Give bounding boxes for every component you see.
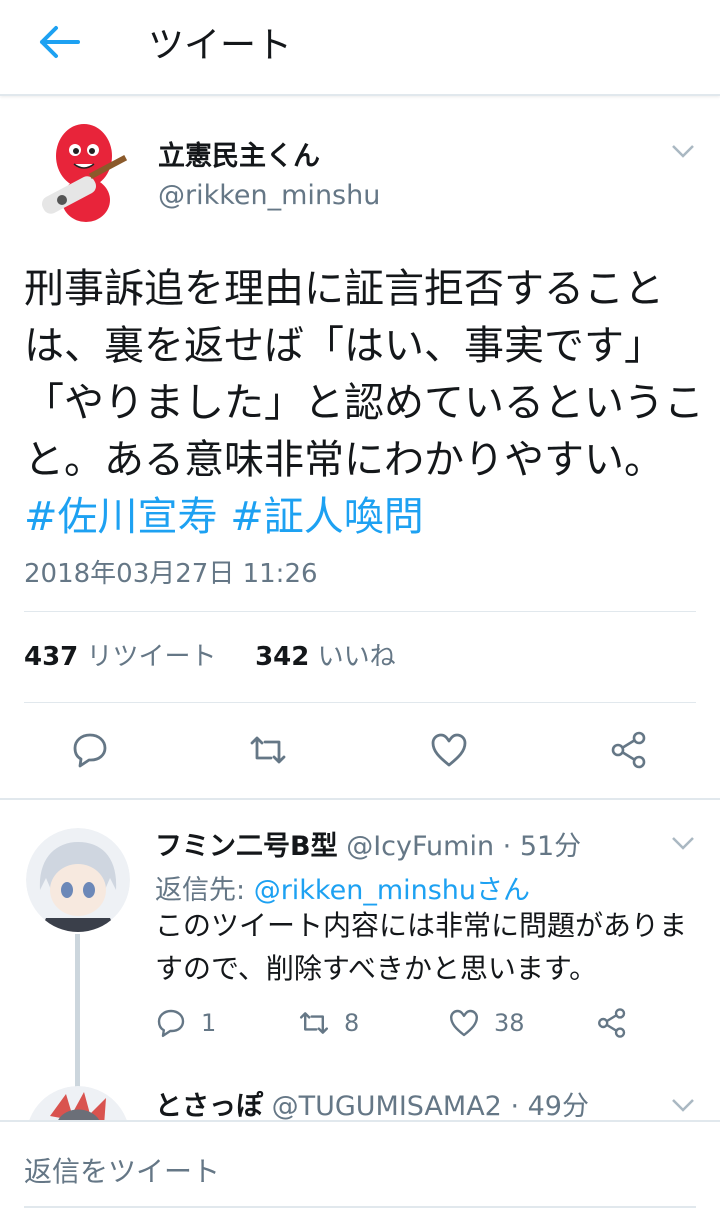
tweet-text: 刑事訴追を理由に証言拒否することは、裏を返せば「はい、事実です」「やりました」と… [24,261,704,546]
reply-author-name[interactable]: フミン二号B型 [155,831,338,862]
reply-composer: 返信をツイート [0,1120,720,1214]
reply-author-handle[interactable]: @IcyFumin [346,831,494,862]
separator-dot: · [494,831,520,862]
retweet-action[interactable]: 8 [298,1006,359,1040]
hashtag-link[interactable]: #佐川宣寿 [24,494,218,540]
avatar[interactable] [32,120,142,230]
reply-to-suffix: さん [476,875,531,906]
reply-count: 1 [201,1009,217,1037]
tweet-stats: 437 リツイート 342 いいね [24,636,396,673]
chevron-down-icon[interactable] [670,1096,696,1114]
reply-input[interactable]: 返信をツイート [24,1150,220,1190]
reply-header: とさっぽ @TUGUMISAMA2 · 49分 [155,1084,589,1120]
author-handle[interactable]: @rikken_minshu [158,180,380,211]
reply-author-handle[interactable]: @TUGUMISAMA2 [272,1091,502,1120]
top-bar: ツイート [0,0,720,96]
reply-to-prefix: 返信先: [155,875,254,906]
avatar[interactable] [26,828,130,932]
chevron-down-icon[interactable] [670,142,696,160]
chevron-down-icon[interactable] [670,834,696,852]
reply-time: 51分 [519,831,582,862]
retweet-label[interactable]: リツイート [87,642,217,672]
reply-icon [157,1009,185,1037]
heart-icon[interactable] [429,730,469,770]
retweet-count: 8 [344,1009,360,1037]
reply-header: フミン二号B型 @IcyFumin · 51分 [155,824,581,863]
tweet-timestamp: 2018年03月27日 11:26 [24,559,318,589]
reply-tweet: とさっぽ @TUGUMISAMA2 · 49分 [0,1080,720,1120]
share-icon[interactable] [609,730,649,770]
separator-dot: · [501,1091,528,1120]
divider [24,702,696,703]
reply-to-mention[interactable]: @rikken_minshu [254,875,476,906]
share-action[interactable] [596,1006,628,1040]
share-icon [598,1008,626,1038]
retweet-count[interactable]: 437 [24,642,78,672]
arrow-left-icon[interactable] [34,22,82,62]
page-title: ツイート [148,25,293,66]
retweet-icon[interactable] [248,730,288,770]
reply-to-line: 返信先: @rikken_minshuさん [155,868,530,907]
heart-icon [450,1009,478,1037]
like-count: 38 [494,1009,525,1037]
reply-text: このツイート内容には非常に問題がありますので、削除すべきかと思います。 [155,909,688,985]
thread-line [75,934,80,1088]
reply-icon[interactable] [70,730,110,770]
like-action[interactable]: 38 [448,1006,525,1040]
like-count[interactable]: 342 [255,642,309,672]
tweet-body: 刑事訴追を理由に証言拒否することは、裏を返せば「はい、事実です」「やりました」と… [24,266,704,483]
author-name[interactable]: 立憲民主くん [158,134,320,173]
divider [24,611,696,612]
retweet-icon [300,1012,328,1034]
input-underline [24,1206,696,1208]
avatar[interactable] [26,1086,130,1120]
reply-author-name[interactable]: とさっぽ [155,1091,263,1120]
divider [0,798,720,800]
like-label[interactable]: いいね [318,642,396,672]
reply-action[interactable]: 1 [155,1006,216,1040]
reply-time: 49分 [527,1091,589,1120]
hashtag-link[interactable]: #証人喚問 [230,494,424,540]
